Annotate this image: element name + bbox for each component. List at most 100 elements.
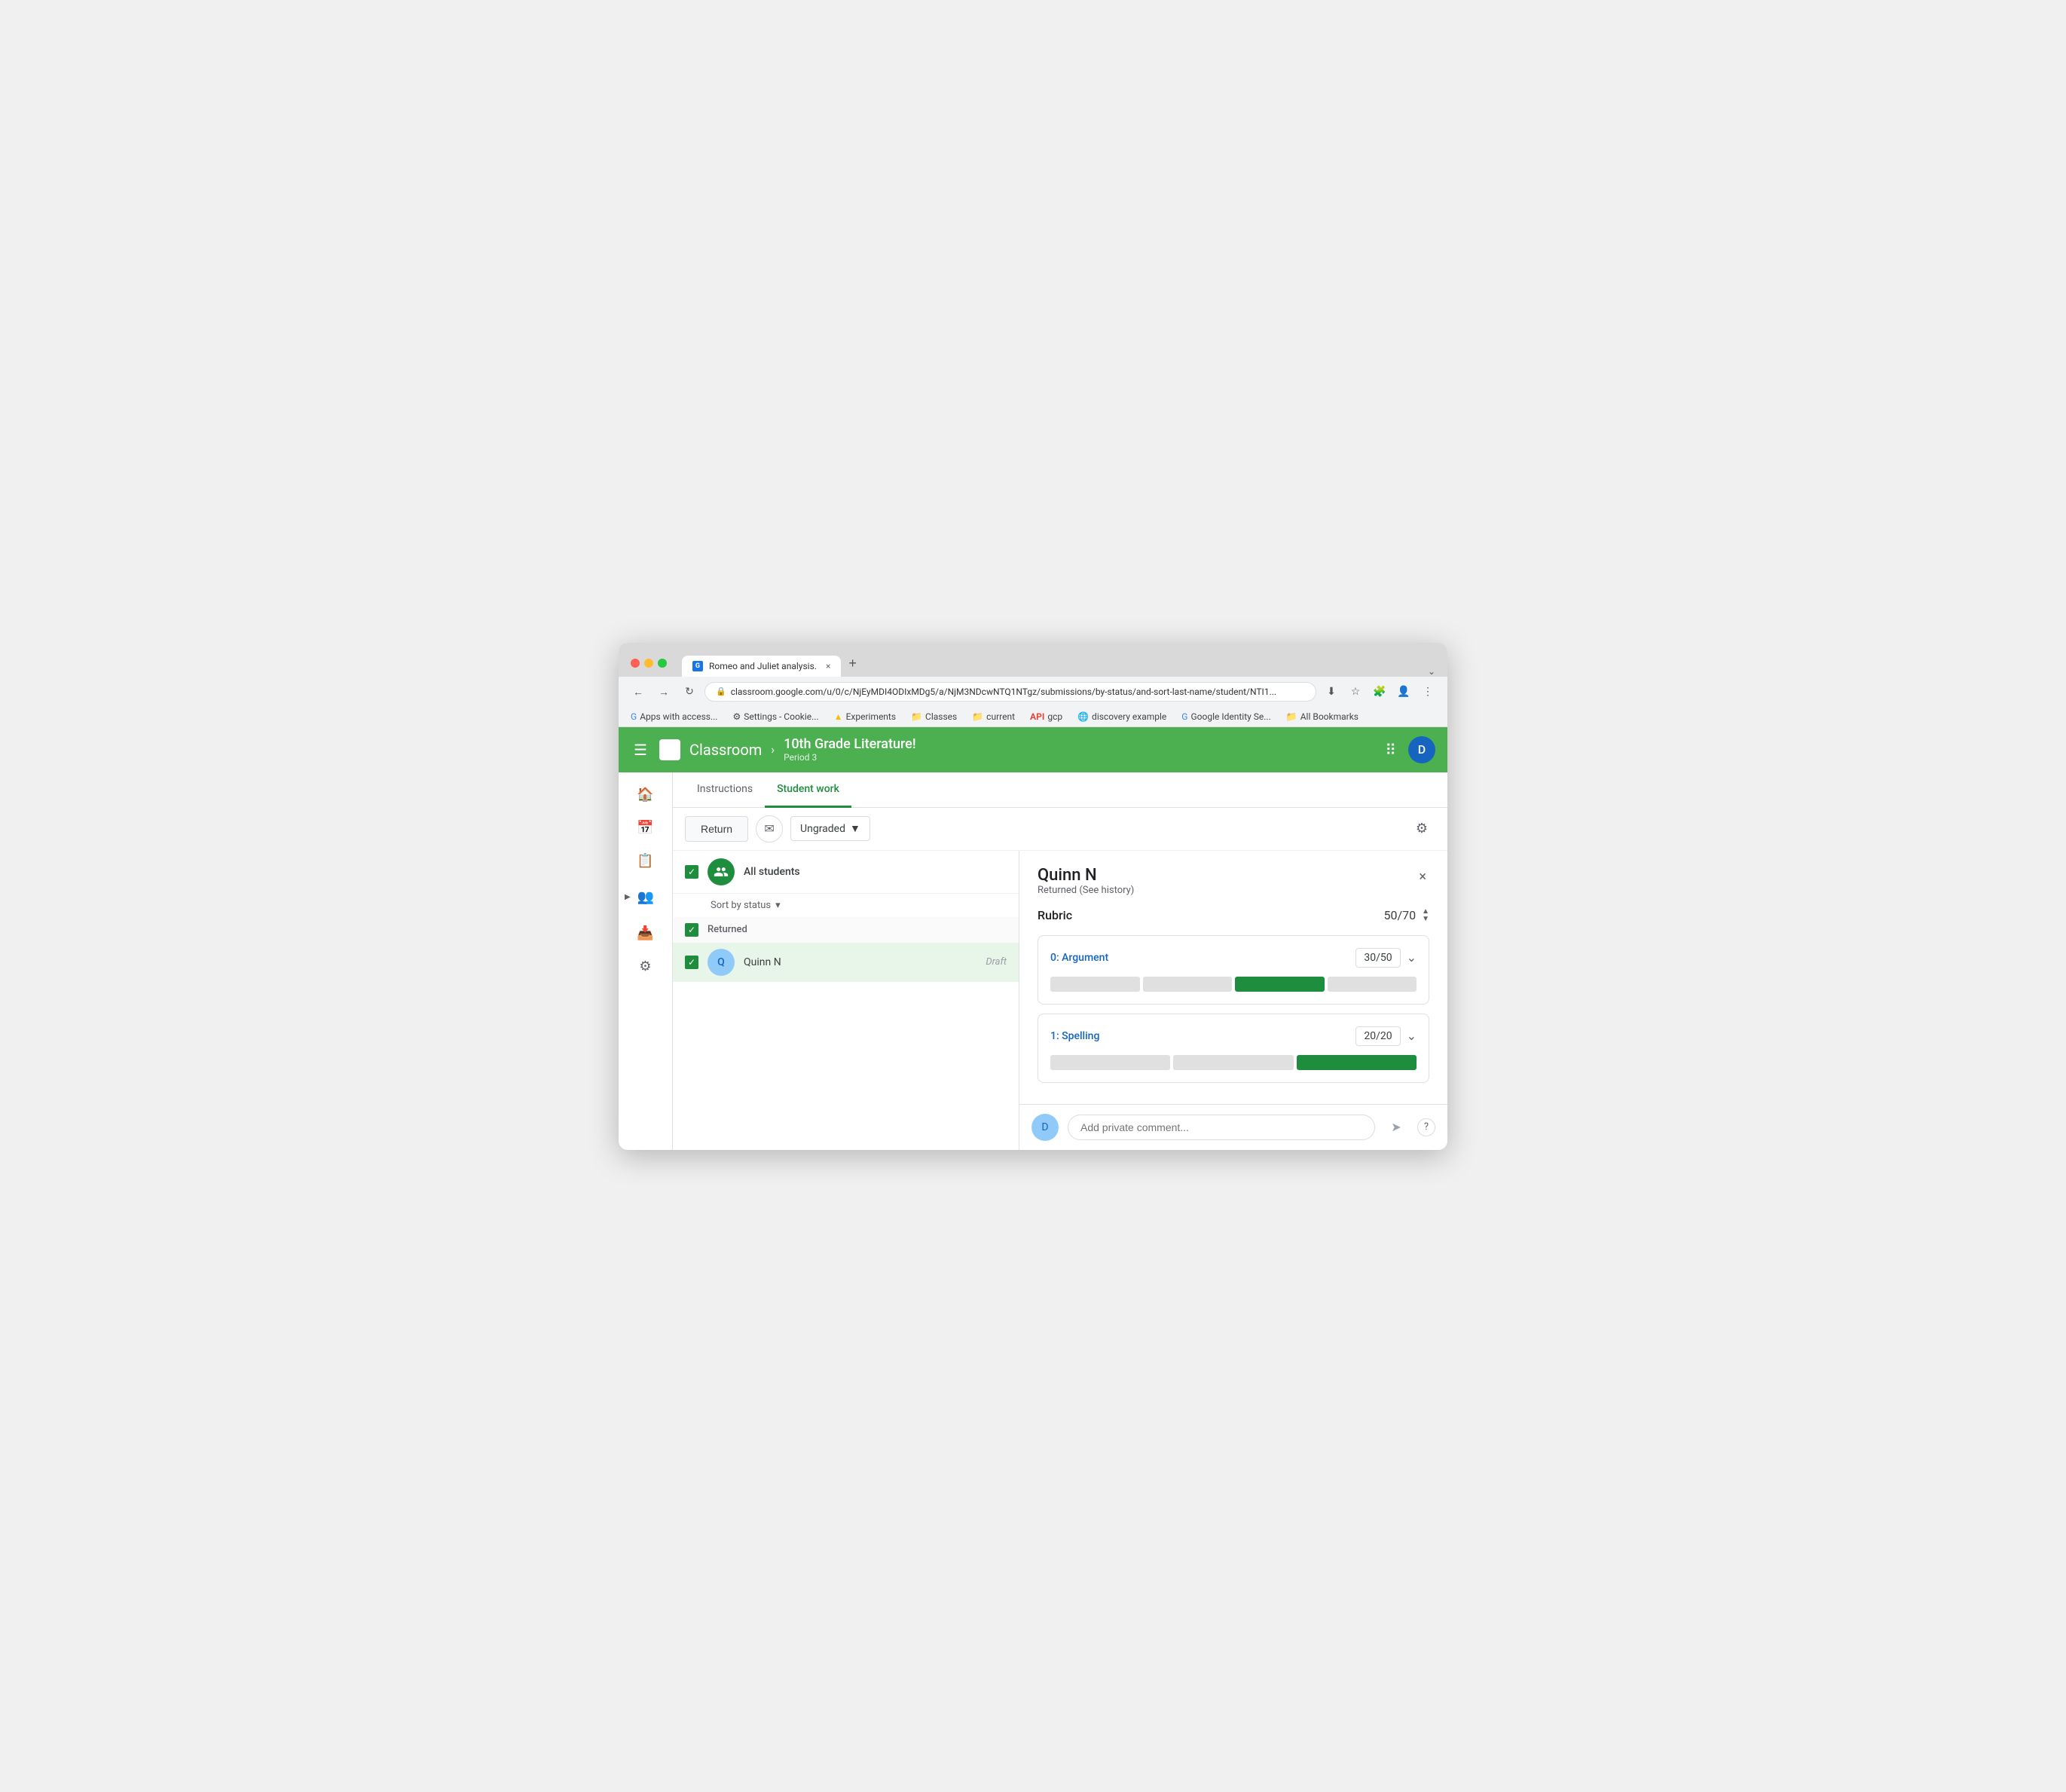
rubric-score-text: 50/70 bbox=[1384, 908, 1417, 922]
bookmark-settings[interactable]: ⚙ Settings - Cookie... bbox=[729, 710, 821, 723]
email-button[interactable]: ✉ bbox=[756, 815, 783, 842]
send-comment-btn[interactable]: ➤ bbox=[1384, 1115, 1408, 1139]
rubric-score: 50/70 ▲ ▼ bbox=[1384, 908, 1429, 923]
student-row-quinn[interactable]: ✓ Q Quinn N Draft bbox=[673, 943, 1019, 982]
score-down-arrow: ▼ bbox=[1422, 916, 1429, 923]
close-traffic-light[interactable] bbox=[631, 659, 640, 668]
criteria-spelling-header: 1: Spelling 20/20 ⌄ bbox=[1050, 1026, 1417, 1046]
bookmark-gcp[interactable]: API gcp bbox=[1027, 710, 1065, 723]
sort-label: Sort by status bbox=[711, 900, 771, 911]
criteria-argument-score-row: 30/50 ⌄ bbox=[1355, 948, 1417, 968]
rubric-header: Rubric 50/70 ▲ ▼ bbox=[1038, 908, 1429, 923]
tab-close-btn[interactable]: × bbox=[826, 661, 830, 671]
commenter-avatar: D bbox=[1031, 1114, 1059, 1141]
all-students-label: All students bbox=[744, 866, 800, 878]
google-apps-icon[interactable]: ⠿ bbox=[1382, 738, 1399, 762]
tab-favicon: G bbox=[692, 661, 703, 671]
nav-actions: ⬇ ☆ 🧩 👤 ⋮ bbox=[1321, 681, 1438, 702]
bookmark-settings-icon: ⚙ bbox=[732, 711, 741, 722]
criteria-spelling-score-row: 20/20 ⌄ bbox=[1355, 1026, 1417, 1046]
comment-area: D ➤ ? bbox=[1019, 1104, 1447, 1150]
course-info: 10th Grade Literature! Period 3 bbox=[784, 736, 916, 763]
detail-close-btn[interactable]: × bbox=[1416, 866, 1429, 888]
tabs-bar: Instructions Student work bbox=[673, 772, 1447, 808]
tab-bar: G Romeo and Juliet analysis. × + ⌄ bbox=[682, 650, 1435, 677]
menu-btn[interactable]: ⋮ bbox=[1417, 681, 1438, 702]
refresh-btn[interactable]: ↻ bbox=[679, 681, 700, 702]
grading-dropdown[interactable]: Ungraded ▼ bbox=[790, 816, 870, 841]
private-comment-input[interactable] bbox=[1068, 1115, 1375, 1140]
criteria-spelling-title: 1: Spelling bbox=[1050, 1030, 1099, 1042]
arg-seg-4 bbox=[1328, 977, 1417, 992]
sidebar-archive[interactable]: 📥 bbox=[631, 919, 661, 949]
rubric-score-arrows[interactable]: ▲ ▼ bbox=[1422, 908, 1429, 923]
browser-window: G Romeo and Juliet analysis. × + ⌄ ← → ↻… bbox=[619, 643, 1447, 1150]
main-area: 🏠 📅 📋 ▶ 👥 📥 ⚙ Instructions Student work bbox=[619, 772, 1447, 1150]
bookmark-experiments-label: Experiments bbox=[846, 711, 897, 722]
criteria-spelling-score-badge: 20/20 bbox=[1355, 1026, 1400, 1046]
bookmark-classes-label: Classes bbox=[925, 711, 957, 722]
tab-student-work[interactable]: Student work bbox=[765, 772, 851, 808]
all-students-icon bbox=[708, 858, 735, 885]
browser-nav: ← → ↻ 🔒 classroom.google.com/u/0/c/NjEyM… bbox=[619, 677, 1447, 707]
bookmark-gcp-icon: API bbox=[1030, 711, 1044, 722]
mail-icon: ✉ bbox=[764, 821, 774, 836]
criteria-argument-bar bbox=[1050, 977, 1417, 992]
quinn-name: Quinn N bbox=[744, 956, 976, 968]
bookmark-discovery-icon: 🌐 bbox=[1077, 711, 1089, 722]
return-button[interactable]: Return bbox=[685, 816, 748, 842]
sidebar-people-section[interactable]: ▶ 👥 bbox=[619, 879, 672, 916]
arg-seg-3 bbox=[1235, 977, 1325, 992]
header-chevron-icon: › bbox=[771, 742, 775, 757]
maximize-traffic-light[interactable] bbox=[658, 659, 667, 668]
sidebar-home[interactable]: 🏠 bbox=[631, 780, 661, 810]
comment-help-btn[interactable]: ? bbox=[1417, 1118, 1435, 1136]
bookmarks-bar: G Apps with access... ⚙ Settings - Cooki… bbox=[619, 707, 1447, 727]
bookmark-apps[interactable]: G Apps with access... bbox=[628, 710, 720, 723]
returned-section-checkbox[interactable]: ✓ bbox=[685, 923, 698, 937]
bookmark-all[interactable]: 📁 All Bookmarks bbox=[1283, 710, 1362, 723]
sidebar-settings[interactable]: ⚙ bbox=[631, 952, 661, 982]
criteria-argument-score: 30/50 bbox=[1364, 952, 1392, 964]
back-btn[interactable]: ← bbox=[628, 681, 649, 702]
criteria-spelling-chevron[interactable]: ⌄ bbox=[1407, 1029, 1417, 1043]
minimize-traffic-light[interactable] bbox=[644, 659, 653, 668]
hamburger-menu[interactable]: ☰ bbox=[631, 738, 650, 762]
criteria-argument-chevron[interactable]: ⌄ bbox=[1407, 950, 1417, 965]
bookmark-google-identity[interactable]: G Google Identity Se... bbox=[1178, 710, 1273, 723]
address-bar[interactable]: 🔒 classroom.google.com/u/0/c/NjEyMDI4ODI… bbox=[704, 682, 1316, 702]
bookmark-classes[interactable]: 📁 Classes bbox=[908, 710, 960, 723]
sidebar-calendar[interactable]: 📅 bbox=[631, 813, 661, 843]
sidebar-people[interactable]: 👥 bbox=[631, 882, 661, 913]
extensions-btn[interactable]: 🧩 bbox=[1369, 681, 1390, 702]
bookmark-experiments-icon: ▲ bbox=[834, 711, 843, 722]
course-period: Period 3 bbox=[784, 752, 916, 763]
settings-button[interactable]: ⚙ bbox=[1408, 815, 1435, 842]
bookmark-current-label: current bbox=[986, 711, 1015, 722]
user-avatar[interactable]: D bbox=[1408, 736, 1435, 763]
bookmark-all-label: All Bookmarks bbox=[1300, 711, 1358, 722]
toolbar: Return ✉ Ungraded ▼ ⚙ bbox=[673, 808, 1447, 851]
sort-dropdown-arrow[interactable]: ▾ bbox=[775, 900, 781, 911]
grading-status-label: Ungraded bbox=[800, 823, 845, 835]
spell-seg-2 bbox=[1173, 1055, 1293, 1070]
quinn-checkbox[interactable]: ✓ bbox=[685, 956, 698, 969]
bookmark-experiments[interactable]: ▲ Experiments bbox=[831, 710, 899, 723]
bookmark-apps-label: Apps with access... bbox=[640, 711, 717, 722]
download-btn[interactable]: ⬇ bbox=[1321, 681, 1342, 702]
bookmark-discovery[interactable]: 🌐 discovery example bbox=[1074, 710, 1169, 723]
sidebar-assignments[interactable]: 📋 bbox=[631, 846, 661, 876]
bookmark-btn[interactable]: ☆ bbox=[1345, 681, 1366, 702]
section-header-returned: ✓ Returned bbox=[673, 917, 1019, 943]
profile-btn[interactable]: 👤 bbox=[1393, 681, 1414, 702]
lock-icon: 🔒 bbox=[716, 687, 726, 696]
active-tab[interactable]: G Romeo and Juliet analysis. × bbox=[682, 656, 841, 677]
checkbox-check-icon: ✓ bbox=[688, 867, 695, 877]
bookmark-google-identity-label: Google Identity Se... bbox=[1190, 711, 1270, 722]
tab-instructions[interactable]: Instructions bbox=[685, 772, 765, 808]
all-students-checkbox[interactable]: ✓ bbox=[685, 865, 698, 879]
new-tab-btn[interactable]: + bbox=[841, 650, 864, 677]
forward-btn[interactable]: → bbox=[653, 681, 674, 702]
detail-student-name: Quinn N bbox=[1038, 866, 1134, 885]
bookmark-current[interactable]: 📁 current bbox=[969, 710, 1018, 723]
